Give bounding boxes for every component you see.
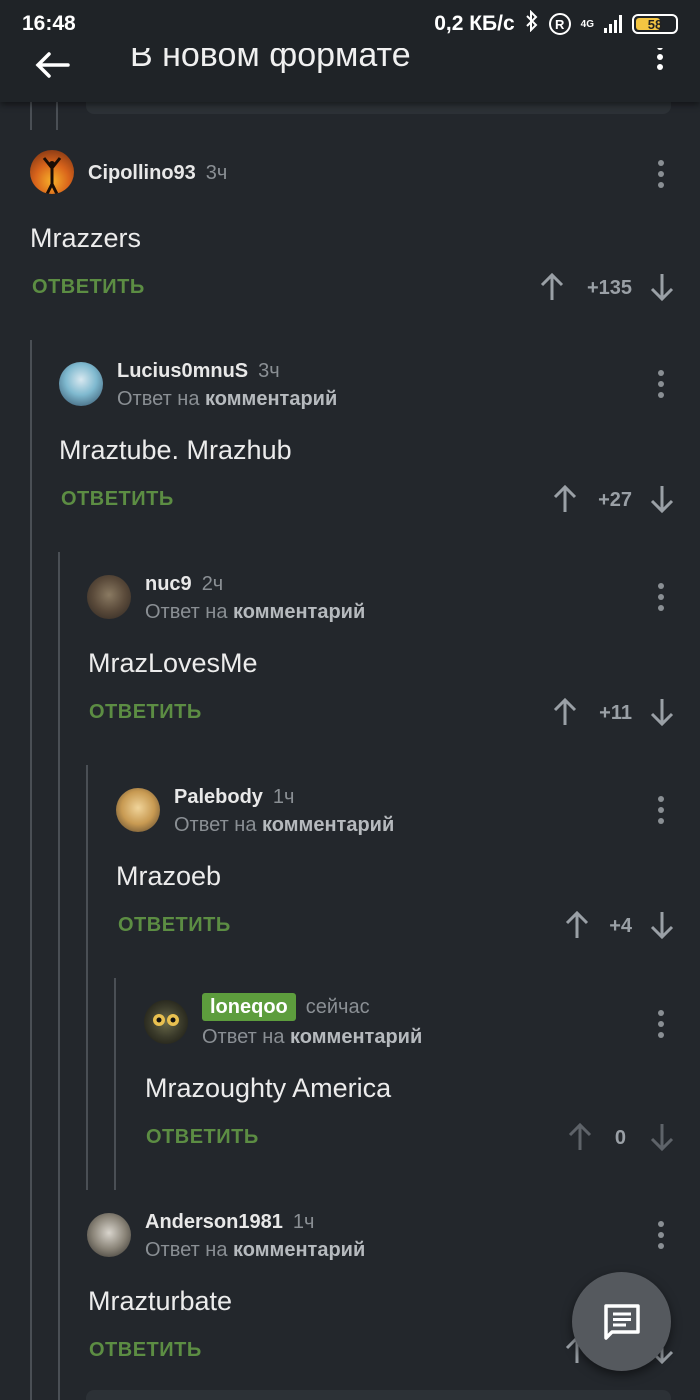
avatar[interactable] [116, 788, 160, 832]
comment-score: +11 [599, 702, 632, 724]
avatar[interactable] [59, 362, 103, 406]
comment-time: 3ч [258, 359, 280, 382]
avatar[interactable] [87, 575, 131, 619]
comment-score: 0 [614, 1127, 626, 1149]
reply-button[interactable]: ОТВЕТИТЬ [146, 1126, 259, 1149]
arrow-up-icon[interactable] [553, 697, 577, 727]
bluetooth-icon [525, 9, 539, 38]
arrow-up-icon[interactable] [540, 272, 564, 302]
reply-button[interactable]: ОТВЕТИТЬ [32, 276, 145, 299]
comment-time: 2ч [201, 572, 224, 595]
status-time: 16:48 [22, 12, 76, 35]
more-vert-icon[interactable] [654, 44, 666, 74]
comment-text: Mrazoughty America [145, 1073, 392, 1103]
reply-button[interactable]: ОТВЕТИТЬ [61, 488, 174, 511]
more-vert-icon[interactable] [656, 583, 666, 616]
reply-button[interactable]: ОТВЕТИТЬ [89, 1339, 202, 1362]
avatar[interactable] [144, 1000, 188, 1044]
comment-author[interactable]: loneqoo [202, 993, 296, 1021]
thread-line [30, 340, 32, 1400]
registered-icon: R [548, 13, 571, 35]
signal-icon [604, 15, 622, 33]
comment-author[interactable]: Lucius0mnuS [117, 360, 248, 383]
more-vert-icon[interactable] [656, 160, 666, 193]
avatar[interactable] [30, 150, 74, 194]
reply-button[interactable]: ОТВЕТИТЬ [118, 914, 231, 937]
net-speed: 0,2 КБ/с [434, 12, 515, 35]
battery-level: 58 [647, 16, 663, 32]
comment-author[interactable]: Anderson1981 [145, 1211, 283, 1234]
arrow-down-icon[interactable] [650, 272, 674, 302]
comment-text: Mrazoeb [116, 861, 222, 891]
comment-author[interactable]: Palebody [174, 786, 263, 809]
avatar[interactable] [87, 1213, 131, 1257]
comment-text: MrazLovesMe [88, 648, 258, 678]
arrow-down-icon[interactable] [650, 484, 674, 514]
comment-author[interactable]: nuc9 [145, 573, 192, 596]
arrow-down-icon[interactable] [650, 1122, 674, 1152]
reply-to-line: Ответ на комментарий [202, 1026, 423, 1048]
more-vert-icon[interactable] [656, 370, 666, 403]
reply-to-link[interactable]: комментарий [290, 1026, 422, 1048]
comment-text: Mraztube. Mrazhub [59, 435, 292, 465]
network-type: 4G [580, 18, 594, 30]
status-icons: 0,2 КБ/с R 4G 58 [434, 9, 678, 38]
more-vert-icon[interactable] [656, 796, 666, 829]
reply-to-link[interactable]: комментарий [262, 814, 394, 836]
comment-score: +27 [598, 489, 632, 511]
reply-button[interactable]: ОТВЕТИТЬ [89, 701, 202, 724]
comment-author[interactable]: Cipollino93 [88, 162, 196, 185]
reply-to-line: Ответ на комментарий [145, 601, 366, 623]
arrow-up-icon[interactable] [553, 484, 577, 514]
thread-line [30, 100, 32, 130]
thread-line [56, 100, 58, 130]
comment-score: +4 [609, 915, 632, 937]
status-bar: 16:48 0,2 КБ/с R 4G 58 [0, 0, 700, 48]
comment-time: сейчас [305, 995, 370, 1018]
next-comment-box [86, 1390, 671, 1400]
arrow-up-icon[interactable] [565, 910, 589, 940]
arrow-up-icon[interactable] [568, 1122, 592, 1152]
comment-time: 1ч [272, 785, 295, 808]
arrow-down-icon[interactable] [650, 697, 674, 727]
comment-text: Mrazturbate [88, 1286, 233, 1316]
reply-to-line: Ответ на комментарий [145, 1239, 366, 1261]
reply-to-link[interactable]: комментарий [233, 601, 365, 623]
battery-icon: 58 [632, 14, 678, 34]
comment-score: +135 [586, 277, 632, 299]
reply-to-link[interactable]: комментарий [205, 388, 337, 410]
reply-to-line: Ответ на комментарий [174, 814, 395, 836]
thread-line [58, 552, 60, 1400]
reply-to-line: Ответ на комментарий [117, 388, 338, 410]
arrow-down-icon[interactable] [650, 910, 674, 940]
thread-line [114, 978, 116, 1190]
more-vert-icon[interactable] [656, 1010, 666, 1043]
comment-time: 3ч [205, 161, 228, 184]
reply-to-link[interactable]: комментарий [233, 1239, 365, 1261]
comment-time: 1ч [292, 1210, 315, 1233]
more-vert-icon[interactable] [656, 1221, 666, 1254]
thread-line [86, 765, 88, 1190]
comment-text: Mrazzers [30, 223, 142, 253]
comment-icon [603, 1303, 640, 1340]
back-arrow-icon[interactable] [34, 50, 70, 80]
add-comment-button[interactable] [572, 1272, 671, 1371]
